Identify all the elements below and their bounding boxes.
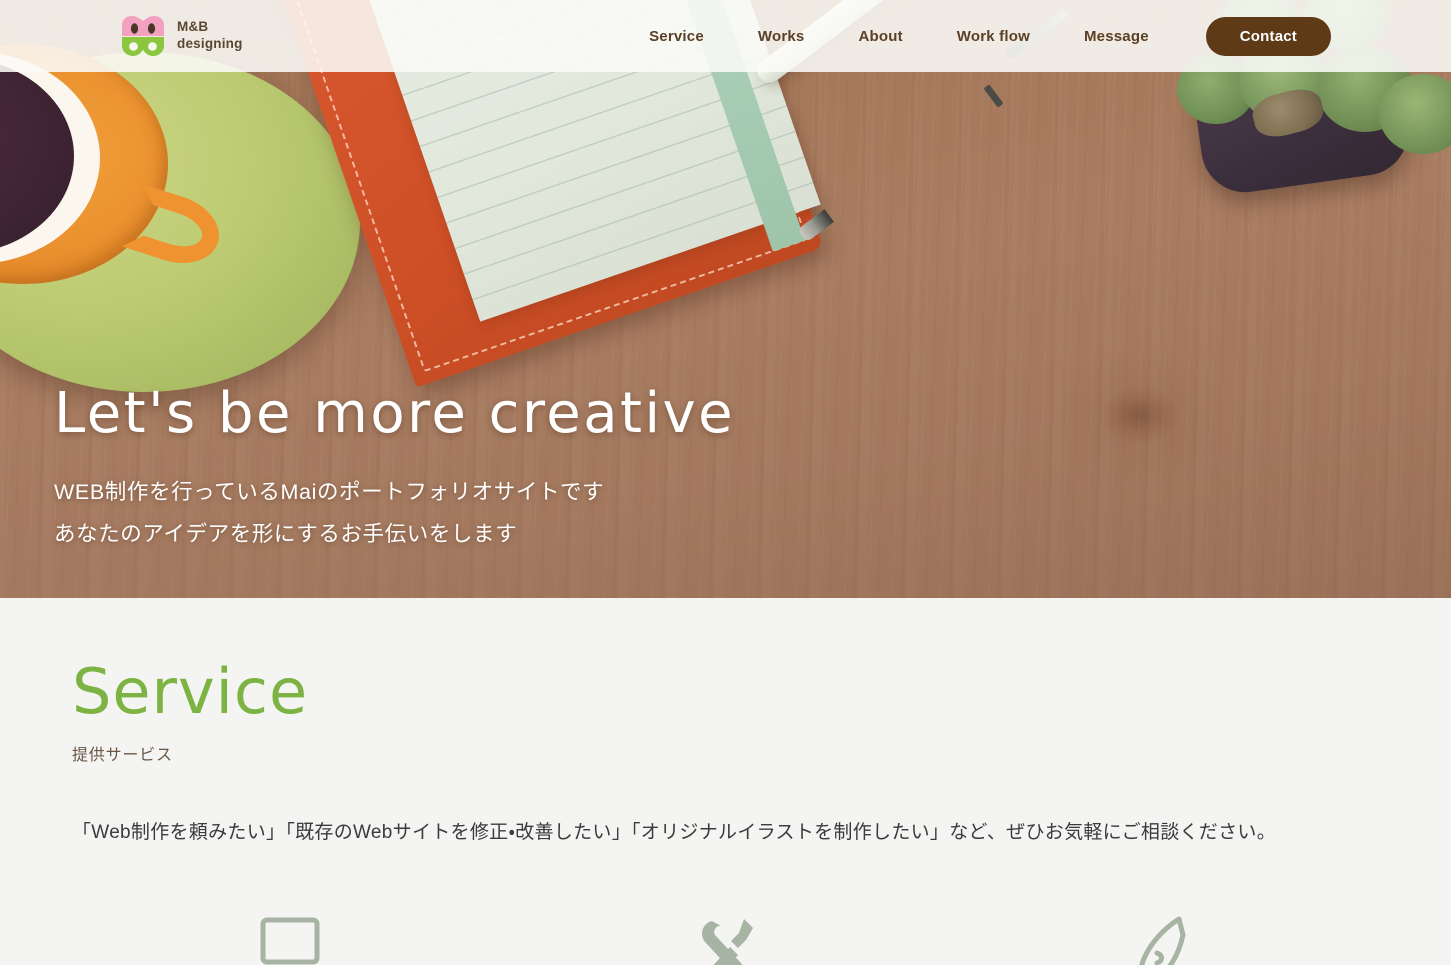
service-heading-ja: 提供サービス [72, 747, 173, 765]
service-card[interactable] [508, 906, 944, 965]
tools-wrench-screwdriver-icon [683, 906, 769, 965]
hero-title: Let's be more creative [54, 381, 736, 447]
service-heading-en: Service [72, 655, 309, 728]
hero-subtitle: WEB制作を行っているMaiのポートフォリオサイトです あなたのアイデアを形にす… [54, 472, 735, 556]
service-card[interactable] [943, 906, 1379, 965]
nav-item-about[interactable]: About [831, 28, 929, 45]
monitor-icon [247, 906, 333, 965]
hero-section: M&B designing Service Works About Work f… [0, 0, 1451, 598]
nav-item-message[interactable]: Message [1057, 28, 1176, 45]
main-navigation: Service Works About Work flow Message Co… [622, 16, 1331, 56]
brand-logo-link[interactable]: M&B designing [120, 15, 243, 57]
contact-button[interactable]: Contact [1205, 16, 1331, 56]
brand-text: M&B designing [177, 19, 243, 53]
brand-line-2: designing [177, 36, 243, 51]
site-header: M&B designing Service Works About Work f… [0, 0, 1451, 72]
nav-item-work-flow[interactable]: Work flow [930, 28, 1057, 45]
service-section: Service 提供サービス 「Web制作を頼みたい」「既存のWebサイトを修正… [0, 598, 1451, 965]
service-card[interactable] [72, 906, 508, 965]
nav-item-service[interactable]: Service [622, 28, 731, 45]
mb-mascot-logo-icon [120, 15, 166, 57]
paint-brush-icon [1118, 906, 1204, 965]
service-card-list [72, 906, 1379, 965]
hero-subtitle-line-1: WEB制作を行っているMaiのポートフォリオサイトです [54, 480, 605, 505]
pen-ring [983, 84, 1004, 108]
service-lead-text: 「Web制作を頼みたい」「既存のWebサイトを修正・改善したい」「オリジナルイラ… [72, 822, 1277, 844]
nav-item-works[interactable]: Works [731, 28, 832, 45]
hero-subtitle-line-2: あなたのアイデアを形にするお手伝いをします [54, 522, 518, 547]
hero-copy: Let's be more creative WEB制作を行っているMaiのポー… [54, 385, 735, 556]
brand-line-1: M&B [177, 19, 209, 35]
service-container: Service 提供サービス 「Web制作を頼みたい」「既存のWebサイトを修正… [0, 656, 1451, 965]
